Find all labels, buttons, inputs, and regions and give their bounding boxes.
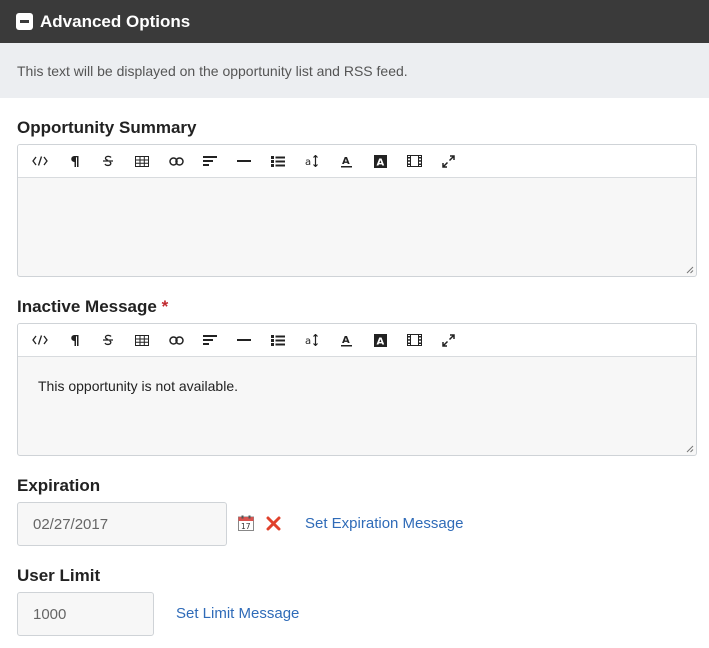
strikethrough-icon[interactable]	[91, 145, 125, 178]
font-size-icon[interactable]: a	[295, 324, 329, 357]
font-size-icon[interactable]: a	[295, 145, 329, 178]
info-bar: This text will be displayed on the oppor…	[0, 43, 709, 98]
code-view-icon[interactable]	[23, 145, 57, 178]
svg-text:A: A	[376, 336, 384, 347]
list-icon[interactable]	[261, 145, 295, 178]
clear-date-icon[interactable]	[266, 516, 281, 531]
section-title: Advanced Options	[40, 11, 191, 31]
background-color-icon[interactable]: A	[363, 324, 397, 357]
background-color-icon[interactable]: A	[363, 145, 397, 178]
summary-toolbar: a A A	[18, 145, 696, 178]
horizontal-rule-icon[interactable]	[227, 324, 261, 357]
resize-grip-icon[interactable]	[686, 266, 694, 274]
inactive-label: Inactive Message *	[17, 297, 169, 316]
summary-label: Opportunity Summary	[17, 118, 197, 137]
paragraph-icon[interactable]	[57, 324, 91, 357]
summary-editor[interactable]: a A A	[17, 144, 697, 277]
video-icon[interactable]	[397, 324, 431, 357]
svg-text:a: a	[305, 157, 311, 167]
align-left-icon[interactable]	[193, 324, 227, 357]
user-limit-input[interactable]: 1000	[17, 592, 154, 636]
table-icon[interactable]	[125, 324, 159, 357]
link-icon[interactable]	[159, 324, 193, 357]
video-icon[interactable]	[397, 145, 431, 178]
collapse-icon[interactable]	[16, 13, 33, 30]
link-icon[interactable]	[159, 145, 193, 178]
required-mark: *	[161, 297, 169, 316]
strikethrough-icon[interactable]	[91, 324, 125, 357]
svg-text:A: A	[342, 156, 350, 167]
calendar-icon[interactable]: 17	[238, 515, 254, 531]
font-color-icon[interactable]: A	[329, 145, 363, 178]
set-expiration-message-link[interactable]: Set Expiration Message	[305, 515, 463, 532]
svg-text:A: A	[376, 157, 384, 168]
fullscreen-icon[interactable]	[431, 324, 465, 357]
inactive-toolbar: a A A	[18, 324, 696, 357]
user-limit-label: User Limit	[17, 566, 101, 585]
paragraph-icon[interactable]	[57, 145, 91, 178]
svg-text:17: 17	[241, 522, 251, 531]
expiration-label: Expiration	[17, 476, 101, 495]
summary-editor-content[interactable]	[18, 178, 696, 276]
table-icon[interactable]	[125, 145, 159, 178]
resize-grip-icon[interactable]	[686, 445, 694, 453]
svg-text:A: A	[342, 335, 350, 346]
fullscreen-icon[interactable]	[431, 145, 465, 178]
align-left-icon[interactable]	[193, 145, 227, 178]
code-view-icon[interactable]	[23, 324, 57, 357]
inactive-editor-content[interactable]: This opportunity is not available.	[18, 357, 696, 455]
list-icon[interactable]	[261, 324, 295, 357]
info-text: This text will be displayed on the oppor…	[17, 62, 408, 79]
inactive-editor[interactable]: a A A This opportunity is not available.	[17, 323, 697, 456]
font-color-icon[interactable]: A	[329, 324, 363, 357]
advanced-options-header[interactable]: Advanced Options	[0, 0, 709, 43]
set-limit-message-link[interactable]: Set Limit Message	[176, 605, 299, 622]
expiration-date-input[interactable]: 02/27/2017	[17, 502, 227, 546]
svg-text:a: a	[305, 336, 311, 346]
horizontal-rule-icon[interactable]	[227, 145, 261, 178]
